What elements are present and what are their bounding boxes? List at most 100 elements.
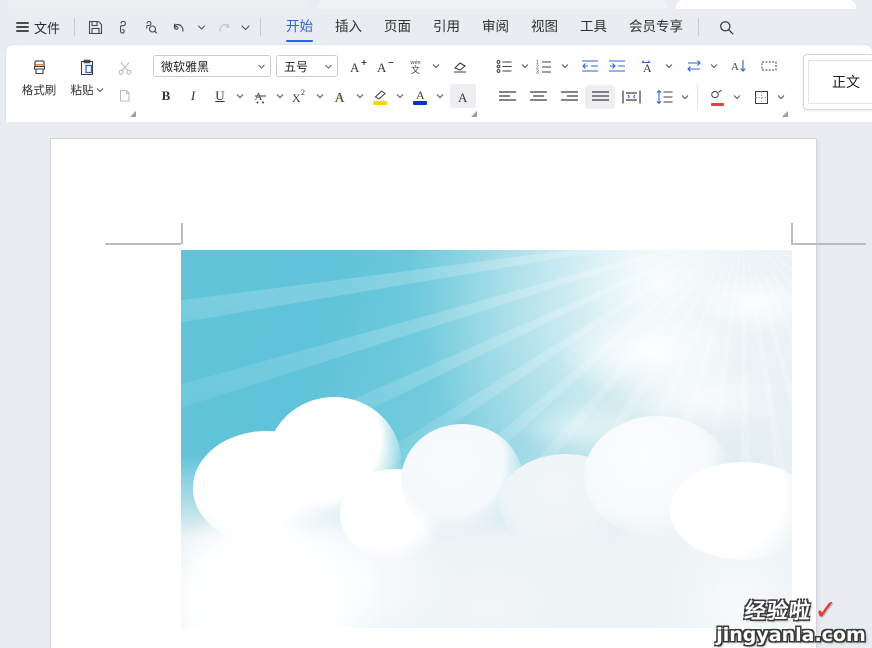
margin-marker-top-right-v	[791, 223, 793, 244]
save-icon[interactable]	[83, 15, 108, 40]
tab-label: 开始	[286, 19, 314, 34]
svg-text:A: A	[416, 88, 425, 100]
wps-writer-window: 文件 开始 插入 页面 引用 审阅 视图 工具 会员专享 格式刷 粘贴 ◢ 微软…	[0, 0, 872, 648]
cloud-sync-icon[interactable]	[111, 15, 136, 40]
emphasis-chevron-down-icon[interactable]	[274, 84, 286, 108]
format-painter-button[interactable]: 格式刷	[16, 50, 62, 98]
align-left-button[interactable]	[492, 85, 522, 109]
decrease-indent-button[interactable]	[577, 54, 603, 78]
clipboard-dialog-launcher[interactable]: ◢	[130, 110, 136, 118]
tab-review[interactable]: 审阅	[471, 9, 520, 45]
highlight-color-swatch	[373, 100, 387, 105]
undo-chevron-down-icon[interactable]	[195, 15, 208, 40]
svg-text:3: 3	[536, 70, 539, 76]
tab-insert[interactable]: 插入	[324, 9, 373, 45]
sort-button[interactable]: A	[726, 54, 752, 78]
superscript-chevron-down-icon[interactable]	[314, 84, 326, 108]
text-direction-button[interactable]	[681, 54, 707, 78]
align-distribute-button[interactable]	[616, 85, 646, 109]
bullets-button[interactable]	[492, 54, 518, 78]
menu-bar: 文件 开始 插入 页面 引用 审阅 视图 工具 会员专享	[0, 9, 872, 45]
borders-chevron-down-icon[interactable]	[775, 85, 787, 109]
svg-text:X: X	[292, 91, 301, 105]
paragraph-dialog-launcher[interactable]: ◢	[782, 110, 788, 118]
svg-text:A: A	[350, 60, 360, 75]
copy-button[interactable]	[112, 83, 138, 109]
cut-button[interactable]	[112, 55, 138, 81]
document-tab[interactable]	[8, 0, 308, 9]
tab-label: 视图	[531, 19, 559, 34]
redo-icon[interactable]	[211, 15, 236, 40]
paste-icon	[76, 54, 99, 80]
divider	[698, 18, 700, 36]
file-menu-button[interactable]: 文件	[10, 15, 66, 40]
shading-button[interactable]	[704, 85, 730, 109]
format-painter-label: 格式刷	[21, 85, 57, 97]
bullets-chevron-down-icon[interactable]	[519, 54, 531, 78]
align-right-button[interactable]	[554, 85, 584, 109]
paste-label: 粘贴	[71, 82, 104, 98]
char-border-chevron-down-icon[interactable]	[354, 84, 366, 108]
document-tab[interactable]	[318, 0, 668, 9]
ribbon-panel: 格式刷 粘贴 ◢ 微软雅黑 五号 A A wén 文 B I U A X 2 A…	[6, 45, 872, 122]
font-color-button[interactable]: A	[407, 84, 433, 108]
style-gallery-item[interactable]: 正文	[803, 54, 872, 110]
document-canvas[interactable]	[0, 122, 872, 648]
group-clipboard: 格式刷 粘贴 ◢	[6, 45, 144, 122]
document-tab-active[interactable]	[676, 0, 856, 9]
font-dialog-launcher[interactable]: ◢	[471, 110, 477, 118]
asian-layout-button[interactable]: A	[636, 54, 662, 78]
more-chevron-down-icon[interactable]	[239, 15, 252, 40]
asian-layout-chevron-down-icon[interactable]	[663, 54, 675, 78]
tab-start[interactable]: 开始	[275, 9, 324, 45]
tab-tools[interactable]: 工具	[569, 9, 618, 45]
borders-button[interactable]	[748, 85, 774, 109]
document-page[interactable]	[51, 139, 866, 648]
align-center-button[interactable]	[523, 85, 553, 109]
svg-text:A: A	[338, 92, 343, 100]
tab-label: 工具	[580, 19, 608, 34]
pinyin-guide-button[interactable]: wén 文	[403, 54, 429, 78]
paste-button[interactable]: 粘贴	[64, 50, 110, 98]
line-spacing-chevron-down-icon[interactable]	[679, 85, 691, 109]
pinyin-chevron-down-icon[interactable]	[430, 54, 442, 78]
text-direction-chevron-down-icon[interactable]	[708, 54, 720, 78]
bold-button[interactable]: B	[153, 84, 179, 108]
underline-button[interactable]: U	[207, 84, 233, 108]
divider	[260, 18, 262, 36]
italic-button[interactable]: I	[180, 84, 206, 108]
tab-member[interactable]: 会员专享	[618, 9, 694, 45]
line-spacing-button[interactable]	[652, 85, 678, 109]
font-name-combobox[interactable]: 微软雅黑	[153, 55, 271, 77]
tab-reference[interactable]: 引用	[422, 9, 471, 45]
font-color-chevron-down-icon[interactable]	[434, 84, 446, 108]
font-row-1: 微软雅黑 五号 A A wén 文	[153, 54, 476, 78]
underline-chevron-down-icon[interactable]	[234, 84, 246, 108]
show-marks-button[interactable]	[756, 54, 782, 78]
font-size-combobox[interactable]: 五号	[276, 55, 338, 77]
highlight-chevron-down-icon[interactable]	[394, 84, 406, 108]
superscript-button[interactable]: X2	[287, 84, 313, 108]
search-doc-icon[interactable]	[139, 15, 164, 40]
undo-icon[interactable]	[167, 15, 192, 40]
numbering-button[interactable]: 123	[532, 54, 558, 78]
grow-font-button[interactable]: A	[345, 54, 371, 78]
clear-format-button[interactable]	[447, 54, 473, 78]
document-tab-strip	[0, 0, 872, 9]
align-justify-button[interactable]	[585, 85, 615, 109]
char-border-button[interactable]: AA	[327, 84, 353, 108]
emphasis-mark-button[interactable]: A	[247, 84, 273, 108]
inserted-image[interactable]	[181, 250, 792, 628]
tab-page[interactable]: 页面	[373, 9, 422, 45]
shading-chevron-down-icon[interactable]	[731, 85, 743, 109]
increase-indent-button[interactable]	[604, 54, 630, 78]
shrink-font-button[interactable]: A	[372, 54, 398, 78]
char-shading-button[interactable]: A	[450, 84, 476, 108]
search-icon[interactable]	[713, 14, 739, 40]
highlight-button[interactable]	[367, 84, 393, 108]
numbering-chevron-down-icon[interactable]	[559, 54, 571, 78]
margin-marker-top-left-h	[105, 243, 181, 245]
divider	[697, 84, 698, 110]
group-font: 微软雅黑 五号 A A wén 文 B I U A X 2 A A A A ◢	[144, 45, 482, 122]
tab-view[interactable]: 视图	[520, 9, 569, 45]
